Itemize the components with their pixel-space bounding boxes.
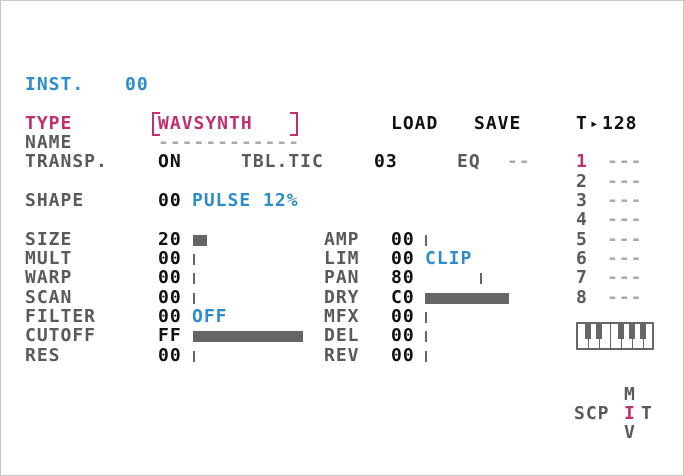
size-bar [193, 235, 207, 246]
type-value: WAVSYNTH [158, 113, 253, 134]
filter-value[interactable]: 00 [158, 307, 182, 327]
track-number-1: 1 [576, 151, 588, 172]
amp-value[interactable]: 00 [391, 230, 415, 250]
track-slot-3[interactable]: --- [607, 191, 643, 211]
track-number-8: 8 [576, 287, 588, 308]
pan-center-tick [480, 273, 482, 284]
del-bar [425, 331, 427, 342]
transp-value[interactable]: ON [158, 152, 182, 172]
filter-label: FILTER [25, 306, 97, 327]
load-button[interactable]: LOAD [391, 114, 438, 134]
track-slot-7[interactable]: --- [607, 268, 643, 288]
warp-value[interactable]: 00 [158, 268, 182, 288]
nav-left[interactable]: SCP [574, 404, 610, 424]
scan-label: SCAN [25, 287, 73, 308]
tbl-tic-label: TBL.TIC [241, 151, 324, 172]
shape-value: PULSE 12% [192, 190, 299, 211]
track-slot-1[interactable]: --- [607, 152, 643, 172]
nav-right[interactable]: T [641, 404, 653, 424]
instrument-editor-screen: INST. 00 TYPE WAVSYNTH LOAD SAVE T ▸ 128… [0, 0, 684, 476]
lim-mode: CLIP [425, 248, 473, 269]
track-number-7: 7 [576, 267, 588, 288]
rev-label: REV [324, 345, 360, 366]
cutoff-label: CUTOFF [25, 325, 97, 346]
lim-value[interactable]: 00 [391, 249, 415, 269]
shape-code[interactable]: 00 [158, 191, 182, 211]
del-value[interactable]: 00 [391, 326, 415, 346]
name-field[interactable]: ------------ [158, 133, 300, 153]
track-slot-8[interactable]: --- [607, 288, 643, 308]
tbl-tic-value[interactable]: 03 [374, 152, 398, 172]
warp-label: WARP [25, 267, 73, 288]
cutoff-value[interactable]: FF [158, 326, 182, 346]
tempo-arrow-icon: ▸ [590, 116, 600, 132]
instrument-number[interactable]: 00 [125, 75, 149, 95]
filter-mode: OFF [192, 306, 228, 327]
keyboard-icon[interactable] [576, 322, 654, 350]
eq-value[interactable]: -- [507, 152, 531, 172]
mult-value[interactable]: 00 [158, 249, 182, 269]
mult-bar [193, 254, 195, 265]
scan-value[interactable]: 00 [158, 288, 182, 308]
amp-label: AMP [324, 229, 360, 250]
res-label: RES [25, 345, 61, 366]
track-slot-6[interactable]: --- [607, 249, 643, 269]
tempo-label: T [576, 113, 588, 134]
name-label: NAME [25, 132, 73, 153]
track-number-2: 2 [576, 171, 588, 192]
rev-value[interactable]: 00 [391, 346, 415, 366]
nav-down[interactable]: V [624, 423, 636, 443]
dry-label: DRY [324, 287, 360, 308]
size-value[interactable]: 20 [158, 230, 182, 250]
dry-value[interactable]: C0 [391, 288, 415, 308]
mfx-bar [425, 312, 427, 323]
mfx-value[interactable]: 00 [391, 307, 415, 327]
res-bar [193, 351, 195, 362]
nav-up[interactable]: M [624, 385, 636, 405]
nav-current: I [624, 403, 636, 424]
warp-bar [193, 273, 195, 284]
del-label: DEL [324, 325, 360, 346]
track-number-3: 3 [576, 190, 588, 211]
track-number-6: 6 [576, 248, 588, 269]
scan-bar [193, 293, 195, 304]
tempo-value[interactable]: 128 [602, 114, 638, 134]
track-number-4: 4 [576, 209, 588, 230]
instrument-label: INST. [25, 74, 85, 95]
cutoff-bar [193, 331, 303, 342]
pan-label: PAN [324, 267, 360, 288]
pan-value[interactable]: 80 [391, 268, 415, 288]
track-slot-5[interactable]: --- [607, 230, 643, 250]
track-slot-2[interactable]: --- [607, 172, 643, 192]
res-value[interactable]: 00 [158, 346, 182, 366]
save-button[interactable]: SAVE [474, 114, 521, 134]
lim-label: LIM [324, 248, 360, 269]
type-label: TYPE [25, 113, 73, 134]
dry-bar [425, 293, 509, 304]
shape-label: SHAPE [25, 190, 85, 211]
mfx-label: MFX [324, 306, 360, 327]
mult-label: MULT [25, 248, 73, 269]
size-label: SIZE [25, 229, 73, 250]
eq-label: EQ [457, 151, 481, 172]
rev-bar [425, 351, 427, 362]
track-number-5: 5 [576, 229, 588, 250]
amp-bar [425, 235, 427, 246]
track-slot-4[interactable]: --- [607, 210, 643, 230]
transp-label: TRANSP. [25, 151, 108, 172]
